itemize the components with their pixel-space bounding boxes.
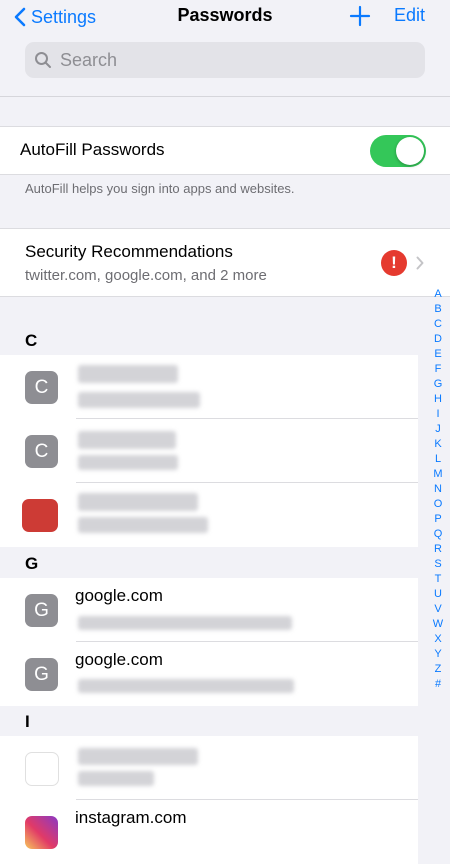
index-letter-c[interactable]: C bbox=[434, 317, 442, 332]
toggle-knob bbox=[396, 137, 424, 165]
index-letter-j[interactable]: J bbox=[435, 422, 441, 437]
index-letter-s[interactable]: S bbox=[434, 557, 441, 572]
index-letter-i[interactable]: I bbox=[436, 407, 439, 422]
index-letter-l[interactable]: L bbox=[435, 452, 441, 467]
avatar: G bbox=[25, 594, 58, 627]
index-letter-m[interactable]: M bbox=[433, 467, 442, 482]
redacted-title bbox=[78, 365, 178, 383]
index-letter-o[interactable]: O bbox=[434, 497, 443, 512]
index-letter-x[interactable]: X bbox=[434, 632, 441, 647]
index-letter-a[interactable]: A bbox=[434, 287, 441, 302]
index-letter-h[interactable]: H bbox=[434, 392, 442, 407]
index-letter-u[interactable]: U bbox=[434, 587, 442, 602]
index-letter-b[interactable]: B bbox=[434, 302, 441, 317]
password-row[interactable] bbox=[0, 483, 418, 547]
index-letter-k[interactable]: K bbox=[434, 437, 441, 452]
index-letter-q[interactable]: Q bbox=[434, 527, 443, 542]
search-bar[interactable] bbox=[25, 42, 425, 78]
avatar: C bbox=[25, 371, 58, 404]
section-header-g: G bbox=[25, 554, 39, 573]
plus-icon bbox=[349, 5, 371, 27]
books-app-icon bbox=[25, 752, 59, 786]
index-letter-hash[interactable]: # bbox=[435, 677, 441, 692]
app-icon bbox=[22, 499, 58, 532]
redacted-title bbox=[78, 748, 198, 765]
security-recommendations-row[interactable]: Security Recommendations twitter.com, go… bbox=[0, 228, 450, 297]
redacted-title bbox=[78, 431, 176, 449]
navigation-bar: Settings Passwords Edit bbox=[0, 0, 450, 97]
section-header-c: C bbox=[25, 331, 38, 350]
redacted-title bbox=[78, 493, 198, 511]
row-title: instagram.com bbox=[75, 808, 187, 827]
index-letter-e[interactable]: E bbox=[434, 347, 441, 362]
redacted-subtitle bbox=[78, 616, 292, 630]
avatar: C bbox=[25, 435, 58, 468]
index-letter-r[interactable]: R bbox=[434, 542, 442, 557]
alphabet-index[interactable]: A B C D E F G H I J K L M N O P Q R S T U V W X Y Z # bbox=[431, 287, 445, 692]
search-icon bbox=[35, 52, 51, 68]
avatar: G bbox=[25, 658, 58, 691]
index-letter-v[interactable]: V bbox=[434, 602, 441, 617]
chevron-right-icon bbox=[416, 256, 424, 270]
security-title: Security Recommendations bbox=[25, 242, 233, 261]
autofill-label: AutoFill Passwords bbox=[20, 140, 165, 159]
redacted-subtitle bbox=[78, 771, 154, 786]
section-header-i: I bbox=[25, 712, 30, 731]
password-row[interactable]: instagram.com bbox=[0, 800, 418, 864]
index-letter-n[interactable]: N bbox=[434, 482, 442, 497]
index-letter-t[interactable]: T bbox=[435, 572, 442, 587]
password-row[interactable]: G google.com bbox=[0, 578, 418, 642]
redacted-subtitle bbox=[78, 392, 200, 408]
index-letter-g[interactable]: G bbox=[434, 377, 443, 392]
alert-icon: ! bbox=[381, 250, 407, 276]
row-title: google.com bbox=[75, 650, 163, 669]
page-title: Passwords bbox=[177, 5, 273, 25]
redacted-subtitle bbox=[78, 455, 178, 470]
password-row[interactable]: G google.com bbox=[0, 642, 418, 706]
autofill-footnote: AutoFill helps you sign into apps and we… bbox=[25, 181, 295, 196]
row-title: google.com bbox=[75, 586, 163, 605]
edit-button[interactable]: Edit bbox=[394, 5, 425, 26]
index-letter-z[interactable]: Z bbox=[435, 662, 442, 677]
autofill-row: AutoFill Passwords bbox=[0, 126, 450, 175]
index-letter-y[interactable]: Y bbox=[434, 647, 441, 662]
password-row[interactable]: C bbox=[0, 355, 418, 419]
index-letter-w[interactable]: W bbox=[433, 617, 443, 632]
index-letter-d[interactable]: D bbox=[434, 332, 442, 347]
password-row[interactable] bbox=[0, 736, 418, 800]
search-input[interactable] bbox=[58, 48, 402, 72]
autofill-toggle[interactable] bbox=[370, 135, 426, 167]
add-password-button[interactable] bbox=[349, 5, 371, 27]
index-letter-p[interactable]: P bbox=[434, 512, 441, 527]
security-subtitle: twitter.com, google.com, and 2 more bbox=[25, 267, 267, 284]
password-row[interactable]: C bbox=[0, 419, 418, 483]
redacted-subtitle bbox=[78, 517, 208, 533]
redacted-subtitle bbox=[78, 679, 294, 693]
index-letter-f[interactable]: F bbox=[435, 362, 442, 377]
